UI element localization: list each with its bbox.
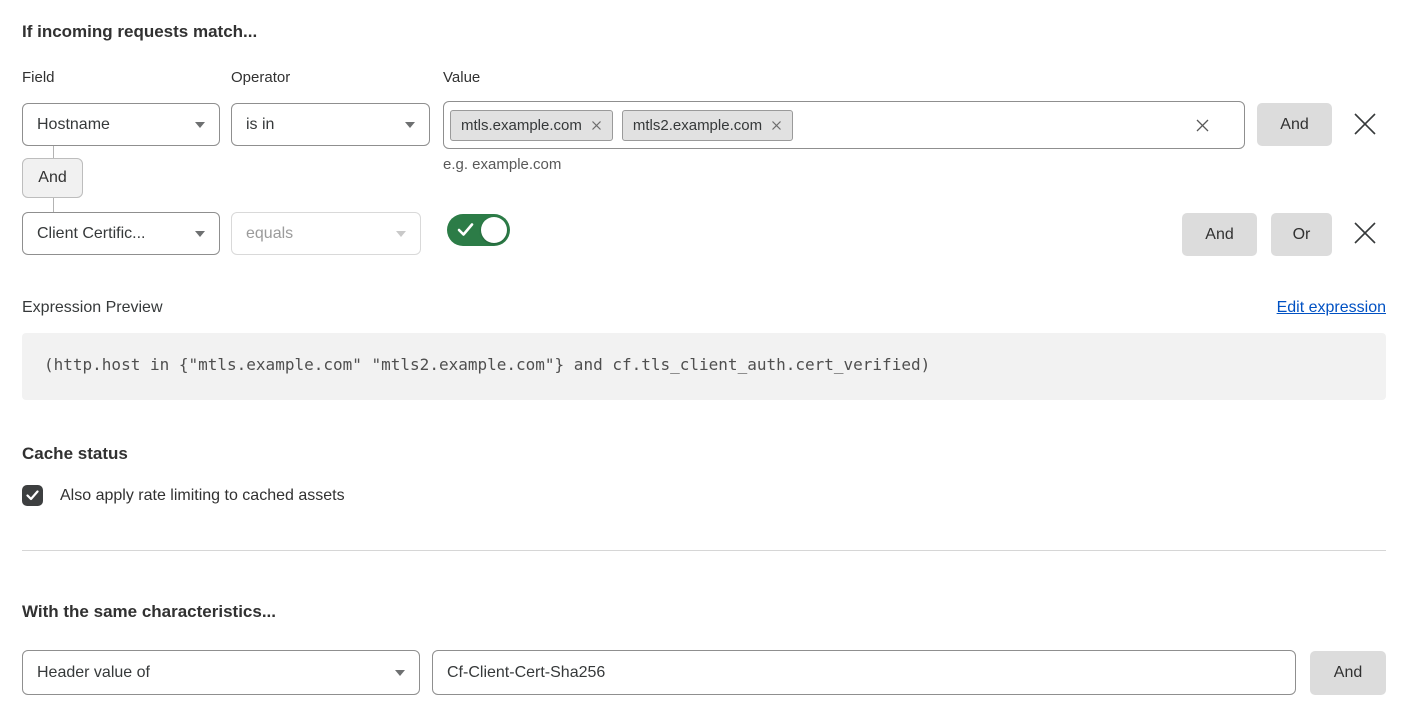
clear-values-icon[interactable] (1195, 118, 1210, 133)
row1-field-select-value: Hostname (37, 116, 110, 134)
characteristics-title: With the same characteristics... (22, 602, 276, 622)
row2-remove-icon[interactable] (1353, 221, 1377, 245)
cache-status-title: Cache status (22, 444, 128, 464)
chevron-down-icon (396, 231, 406, 237)
row1-remove-icon[interactable] (1353, 112, 1377, 136)
expression-text: (http.host in {"mtls.example.com" "mtls2… (44, 355, 930, 374)
cached-assets-checkbox[interactable] (22, 485, 43, 506)
characteristic-select-value: Header value of (37, 664, 150, 682)
check-icon (26, 490, 39, 501)
value-chip-text: mtls2.example.com (633, 117, 762, 134)
chevron-down-icon (395, 670, 405, 676)
chevron-down-icon (195, 122, 205, 128)
chip-remove-icon[interactable] (591, 120, 602, 131)
connector-and-button[interactable]: And (22, 158, 83, 198)
row1-operator-select-value: is in (246, 116, 274, 134)
field-column-label: Field (22, 69, 55, 86)
toggle-knob (481, 217, 507, 243)
row2-or-button[interactable]: Or (1271, 213, 1332, 256)
chevron-down-icon (405, 122, 415, 128)
operator-column-label: Operator (231, 69, 290, 86)
row2-operator-select: equals (231, 212, 421, 255)
expression-code-block: (http.host in {"mtls.example.com" "mtls2… (22, 333, 1386, 400)
row1-operator-select[interactable]: is in (231, 103, 430, 146)
value-chip: mtls2.example.com (622, 110, 793, 141)
value-chip: mtls.example.com (450, 110, 613, 141)
value-column-label: Value (443, 69, 480, 86)
value-hint-text: e.g. example.com (443, 156, 561, 173)
match-section-title: If incoming requests match... (22, 22, 257, 42)
chip-remove-icon[interactable] (771, 120, 782, 131)
characteristics-and-button[interactable]: And (1310, 651, 1386, 695)
row2-and-button[interactable]: And (1182, 213, 1257, 256)
edit-expression-link[interactable]: Edit expression (1277, 299, 1386, 317)
characteristic-select[interactable]: Header value of (22, 650, 420, 695)
section-divider (22, 550, 1386, 551)
value-chip-list: mtls.example.com mtls2.example.com (450, 110, 1195, 141)
chevron-down-icon (195, 231, 205, 237)
row2-operator-select-value: equals (246, 225, 293, 243)
row1-value-multiselect[interactable]: mtls.example.com mtls2.example.com (443, 101, 1245, 149)
row1-field-select[interactable]: Hostname (22, 103, 220, 146)
row1-and-button[interactable]: And (1257, 103, 1332, 146)
check-icon (457, 222, 474, 237)
header-name-input[interactable] (432, 650, 1296, 695)
row2-field-select-value: Client Certific... (37, 225, 145, 243)
rate-limit-rule-builder: If incoming requests match... Field Oper… (0, 0, 1420, 720)
row2-field-select[interactable]: Client Certific... (22, 212, 220, 255)
cached-assets-checkbox-label: Also apply rate limiting to cached asset… (60, 487, 345, 505)
expression-preview-label: Expression Preview (22, 299, 163, 317)
value-chip-text: mtls.example.com (461, 117, 582, 134)
cert-verified-toggle[interactable] (447, 214, 510, 246)
